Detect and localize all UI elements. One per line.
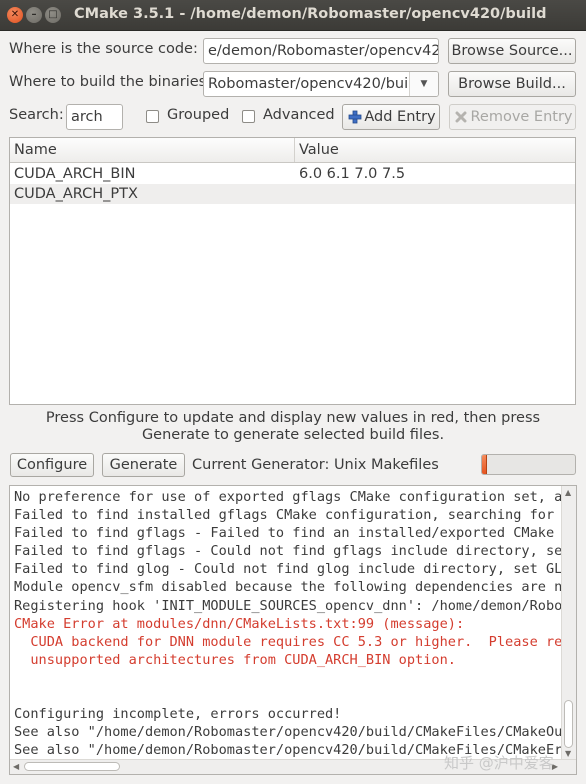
window-title: CMake 3.5.1 - /home/demon/Robomaster/ope… xyxy=(74,6,547,22)
output-line: Failed to find gflags - Failed to find a… xyxy=(14,525,576,542)
output-log[interactable]: No preference for use of exported gflags… xyxy=(9,485,577,775)
output-line: Failed to find glog - Could not find glo… xyxy=(14,561,576,578)
column-header-name[interactable]: Name xyxy=(10,138,294,162)
search-input[interactable]: arch xyxy=(66,104,123,130)
output-line: Failed to find installed gflags CMake co… xyxy=(14,507,576,524)
source-path-input[interactable]: e/demon/Robomaster/opencv420 xyxy=(203,38,439,64)
output-line: CMake Error at modules/dnn/CMakeLists.tx… xyxy=(14,615,465,632)
plus-icon xyxy=(348,110,362,124)
binaries-path-value: Robomaster/opencv420/build xyxy=(208,76,422,92)
output-line: Registering hook 'INIT_MODULE_SOURCES_op… xyxy=(14,597,576,614)
configure-hint-text: Press Configure to update and display ne… xyxy=(45,410,541,443)
row-name: CUDA_ARCH_BIN xyxy=(14,166,136,182)
binaries-path-combobox[interactable]: Robomaster/opencv420/build ▼ xyxy=(203,71,439,97)
cache-table[interactable]: Name Value CUDA_ARCH_BIN 6.0 6.1 7.0 7.5… xyxy=(9,137,576,405)
browse-source-button[interactable]: Browse Source... xyxy=(448,38,576,64)
add-entry-button[interactable]: Add Entry xyxy=(342,104,440,130)
generate-button[interactable]: Generate xyxy=(102,453,185,477)
progress-bar xyxy=(481,454,576,475)
title-bar: ✕ – □ CMake 3.5.1 - /home/demon/Robomast… xyxy=(0,0,586,31)
source-label: Where is the source code: xyxy=(9,41,198,57)
table-row[interactable]: CUDA_ARCH_BIN 6.0 6.1 7.0 7.5 xyxy=(10,164,575,184)
progress-bar-fill xyxy=(482,455,487,474)
output-line: No preference for use of exported gflags… xyxy=(14,489,576,505)
table-row[interactable]: CUDA_ARCH_PTX xyxy=(10,184,575,204)
configure-button[interactable]: Configure xyxy=(10,453,94,477)
row-name: CUDA_ARCH_PTX xyxy=(14,186,138,202)
watermark-text: 知乎 @沪中爱客 xyxy=(444,754,554,772)
remove-entry-button[interactable]: Remove Entry xyxy=(449,104,576,130)
scroll-up-icon[interactable]: ▲ xyxy=(565,488,571,498)
output-lines: No preference for use of exported gflags… xyxy=(14,488,577,759)
minimize-window-icon[interactable]: – xyxy=(26,7,42,23)
remove-x-icon xyxy=(455,111,467,123)
scroll-down-icon[interactable]: ▼ xyxy=(565,749,571,759)
advanced-checkbox[interactable] xyxy=(242,110,255,123)
output-line: Configuring incomplete, errors occurred! xyxy=(14,706,342,723)
vertical-scrollbar[interactable]: ▲ ▼ xyxy=(561,486,576,760)
add-entry-label: Add Entry xyxy=(364,109,436,125)
output-line: CUDA backend for DNN module requires CC … xyxy=(14,633,577,650)
column-header-value[interactable]: Value xyxy=(294,138,575,162)
advanced-label: Advanced xyxy=(263,107,335,123)
grouped-checkbox[interactable] xyxy=(146,110,159,123)
binaries-label: Where to build the binaries: xyxy=(9,74,212,90)
output-line: Failed to find gflags - Could not find g… xyxy=(14,543,571,560)
output-line: Module opencv_sfm disabled because the f… xyxy=(14,579,576,596)
grouped-label: Grouped xyxy=(167,107,230,123)
current-generator-text: Current Generator: Unix Makefiles xyxy=(192,457,439,473)
output-line: unsupported architectures from CUDA_ARCH… xyxy=(14,651,456,668)
row-value[interactable]: 6.0 6.1 7.0 7.5 xyxy=(295,164,405,184)
maximize-window-icon[interactable]: □ xyxy=(45,7,61,23)
remove-entry-label: Remove Entry xyxy=(470,109,573,125)
table-header: Name Value xyxy=(10,138,575,163)
output-line: See also "/home/demon/Robomaster/opencv4… xyxy=(14,724,576,741)
horizontal-scroll-thumb[interactable] xyxy=(24,762,120,771)
vertical-scroll-thumb[interactable] xyxy=(564,700,573,748)
search-label: Search: xyxy=(9,107,64,123)
close-window-icon[interactable]: ✕ xyxy=(7,7,23,23)
browse-build-button[interactable]: Browse Build... xyxy=(448,71,576,97)
scroll-left-icon[interactable]: ◀ xyxy=(13,762,19,772)
chevron-down-icon[interactable]: ▼ xyxy=(409,72,438,96)
